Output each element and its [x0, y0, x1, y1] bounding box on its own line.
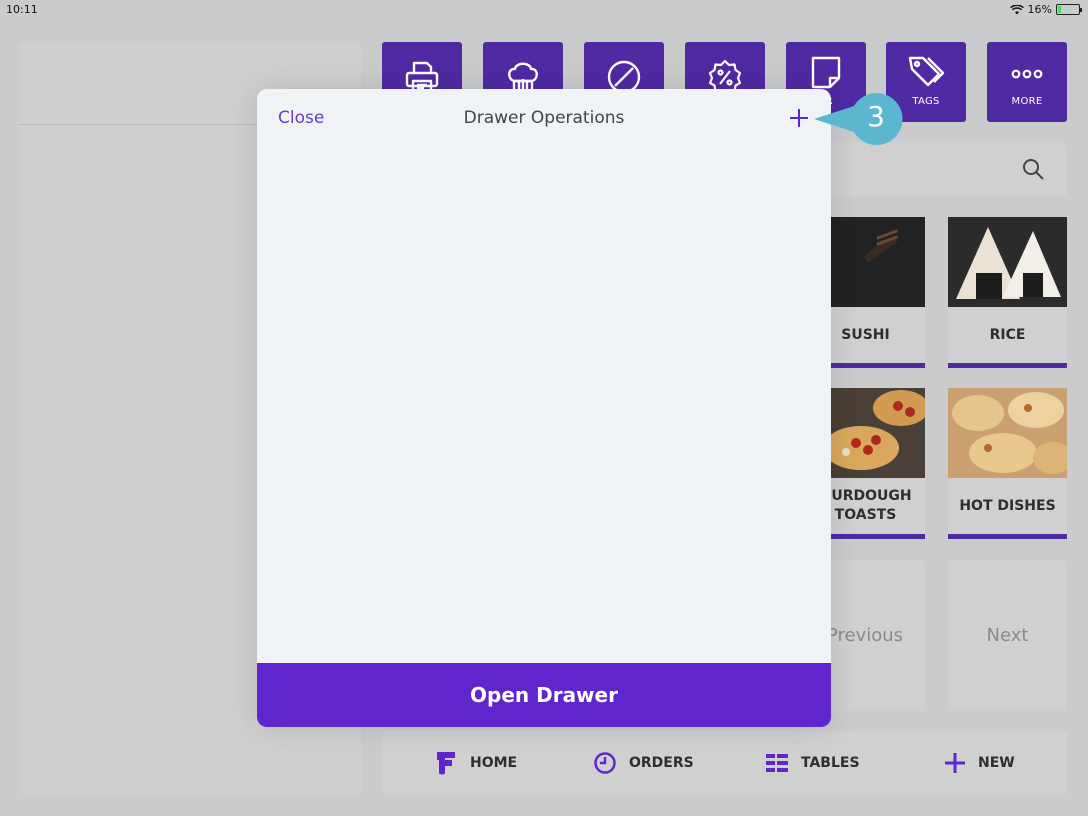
- wifi-icon: [1009, 4, 1024, 14]
- hot-dishes-photo: [948, 388, 1067, 478]
- battery-percent: 16%: [1027, 3, 1052, 16]
- status-indicators: 16%: [1009, 3, 1082, 16]
- category-tile-rice[interactable]: RICE: [948, 217, 1067, 368]
- rice-photo: [948, 217, 1067, 307]
- nav-home[interactable]: HOME: [434, 731, 517, 795]
- nav-tables[interactable]: TABLES: [765, 731, 860, 795]
- modal-title: Drawer Operations: [463, 108, 625, 128]
- nav-tables-label: TABLES: [801, 755, 860, 771]
- category-tile-accent: [948, 534, 1067, 539]
- add-operation-button[interactable]: [787, 106, 811, 130]
- drawer-operations-modal: Close Drawer Operations Open Drawer: [257, 89, 831, 727]
- category-tile-label: RICE: [989, 326, 1026, 343]
- tables-icon: [766, 754, 788, 772]
- category-tile-hot-dishes[interactable]: HOT DISHES: [948, 388, 1067, 539]
- more-button-label: MORE: [1011, 95, 1043, 107]
- step-number: 3: [867, 100, 885, 133]
- search-icon[interactable]: [1021, 157, 1045, 181]
- category-tile-accent: [948, 363, 1067, 368]
- nav-orders-label: ORDERS: [629, 755, 694, 771]
- plus-icon: [945, 753, 965, 773]
- category-tile-label: HOT DISHES: [959, 497, 1056, 514]
- more-icon: [1011, 69, 1043, 78]
- nav-new[interactable]: NEW: [944, 731, 1015, 795]
- next-button[interactable]: Next: [948, 560, 1067, 711]
- note-icon: [811, 56, 841, 88]
- open-drawer-button[interactable]: Open Drawer: [257, 663, 831, 727]
- tags-icon: [908, 56, 945, 86]
- tags-button-label: TAGS: [912, 95, 940, 107]
- battery-icon: [1056, 4, 1082, 15]
- orders-icon: [594, 752, 616, 774]
- more-button[interactable]: MORE: [987, 42, 1067, 122]
- nav-orders[interactable]: ORDERS: [593, 731, 694, 795]
- home-icon: [437, 752, 455, 775]
- status-time: 10:11: [6, 3, 38, 16]
- status-bar: 10:11 16%: [0, 0, 1088, 20]
- step-callout: 3: [812, 92, 904, 148]
- nav-home-label: HOME: [470, 755, 518, 771]
- nav-new-label: NEW: [978, 755, 1015, 771]
- bottom-nav: HOME ORDERS TABLES NEW: [382, 731, 1067, 795]
